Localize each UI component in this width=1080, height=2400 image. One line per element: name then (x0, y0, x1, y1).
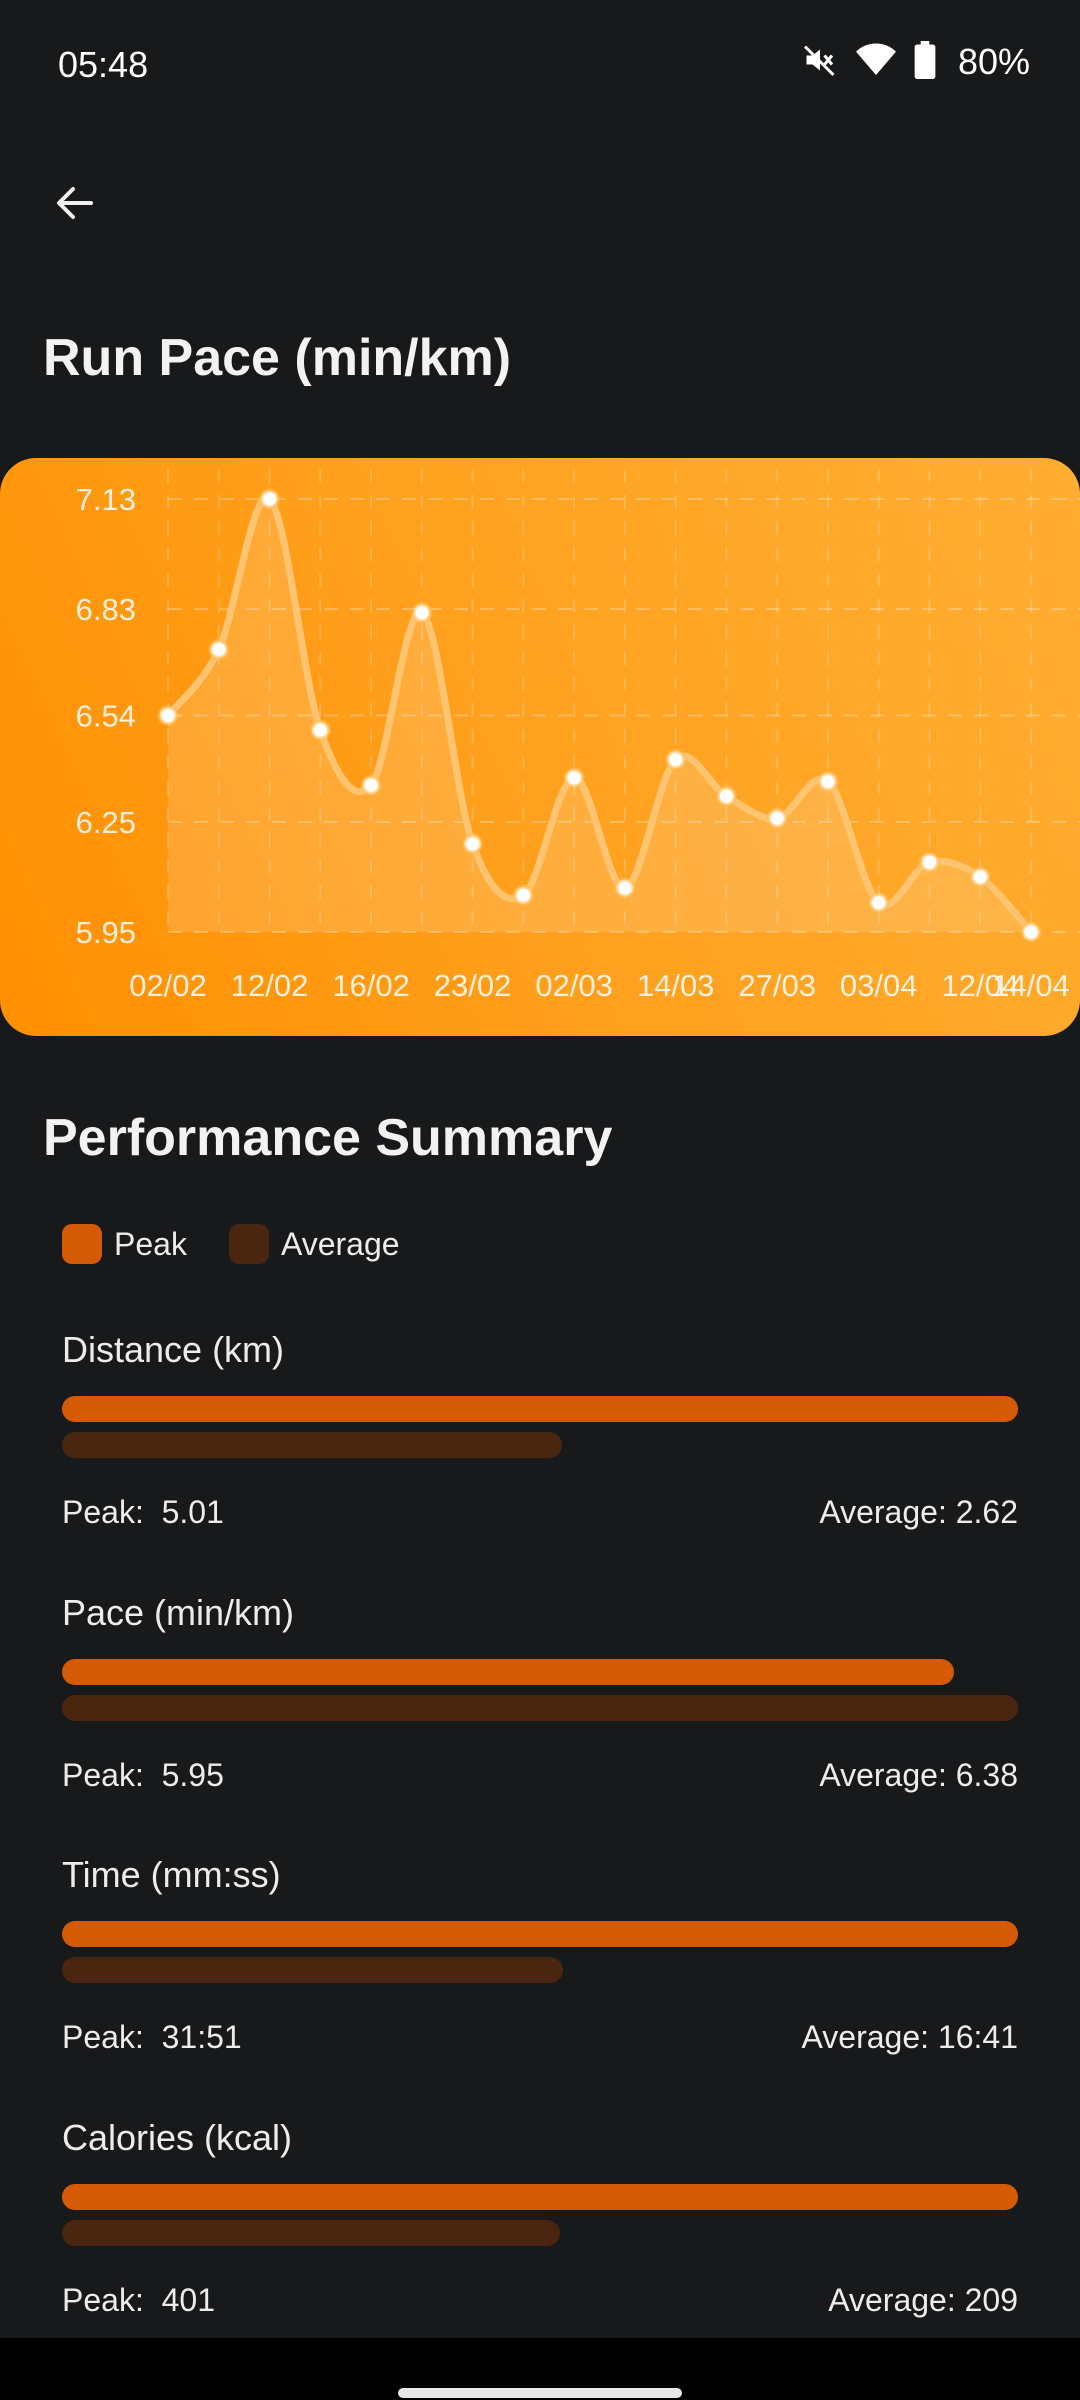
y-tick-label: 6.54 (76, 699, 136, 734)
peak-bar-track (62, 1921, 1018, 1947)
legend-average: Average (228, 1224, 400, 1264)
status-icons: 80% (802, 40, 1030, 84)
metric-average-value: Average: 2.62 (819, 1494, 1018, 1530)
metric-title: Time (mm:ss) (62, 1854, 281, 1895)
average-bar (62, 1432, 562, 1458)
metric-values: Peak: 401 Average: 209 (62, 2282, 1018, 2322)
legend: Peak Average (62, 1224, 442, 1264)
x-tick-label: 12/02 (231, 968, 309, 1003)
chart-point[interactable] (309, 719, 331, 741)
x-tick-label: 14/04 (992, 968, 1070, 1003)
chart-point[interactable] (715, 785, 737, 807)
legend-peak-label: Peak (114, 1225, 187, 1262)
chart-point[interactable] (157, 705, 179, 726)
wifi-icon (855, 43, 896, 82)
home-indicator[interactable] (398, 2388, 682, 2398)
back-arrow-icon (51, 179, 99, 232)
peak-bar (62, 1659, 954, 1685)
y-tick-label: 6.83 (76, 592, 136, 627)
average-bar (62, 1695, 1018, 1721)
metric-average-value: Average: 6.38 (819, 1757, 1018, 1793)
chart-point[interactable] (360, 774, 382, 796)
metric-values: Peak: 5.95 Average: 6.38 (62, 1757, 1018, 1797)
average-bar (62, 2220, 561, 2246)
chart-point[interactable] (462, 833, 484, 855)
metric-peak-value: Peak: 31:51 (62, 2019, 242, 2055)
legend-average-swatch (228, 1224, 269, 1264)
pace-chart: 7.13 6.83 6.54 6.25 5.95 02/02 12/02 16/02 23/0… (0, 458, 1080, 1036)
chart-point[interactable] (259, 488, 281, 510)
chart-x-tick-labels: 02/02 12/02 16/02 23/02 02/03 14/03 27/03 03/04… (129, 968, 1070, 1003)
metric-average-value: Average: 209 (828, 2282, 1018, 2318)
metric-peak-value: Peak: 401 (62, 2282, 215, 2318)
average-bar-track (62, 1432, 1018, 1458)
peak-bar-track (62, 2184, 1018, 2210)
peak-bar-track (62, 1396, 1018, 1422)
metric-values: Peak: 5.01 Average: 2.62 (62, 1494, 1018, 1534)
peak-bar (62, 1921, 1018, 1947)
chart-point[interactable] (665, 749, 687, 771)
metric-values: Peak: 31:51 Average: 16:41 (62, 2019, 1018, 2059)
metric-peak-value: Peak: 5.95 (62, 1757, 224, 1793)
x-tick-label: 02/03 (535, 968, 613, 1003)
pace-chart-svg: 7.13 6.83 6.54 6.25 5.95 02/02 12/02 16/02 23/0… (76, 469, 1080, 1003)
legend-average-label: Average (280, 1225, 400, 1262)
status-bar: 05:48 80% (0, 0, 1080, 134)
metric-time: Time (mm:ss) Peak: 31:51 Average: 16:41 (62, 1853, 1018, 2059)
metric-title: Pace (min/km) (62, 1592, 295, 1633)
x-tick-label: 27/03 (738, 968, 816, 1003)
summary-title: Performance Summary (43, 1109, 613, 1167)
peak-bar (62, 2184, 1018, 2210)
y-tick-label: 7.13 (76, 482, 136, 517)
battery-icon (914, 40, 936, 84)
chart-point[interactable] (614, 877, 636, 899)
status-time: 05:48 (58, 44, 149, 85)
y-tick-label: 5.95 (76, 915, 136, 950)
x-tick-label: 03/04 (840, 968, 918, 1003)
average-bar-track (62, 2220, 1018, 2246)
x-tick-label: 02/02 (129, 968, 207, 1003)
page-title: Run Pace (min/km) (43, 329, 512, 387)
chart-point[interactable] (411, 602, 433, 624)
metric-peak-value: Peak: 5.01 (62, 1494, 224, 1530)
average-bar-track (62, 1957, 1018, 1983)
metric-distance: Distance (km) Peak: 5.01 Average: 2.62 (62, 1328, 1018, 1534)
chart-point[interactable] (969, 866, 991, 888)
chart-y-tick-labels: 7.13 6.83 6.54 6.25 5.95 (76, 482, 136, 950)
metric-calories: Calories (kcal) Peak: 401 Average: 209 (62, 2116, 1018, 2322)
peak-bar-track (62, 1659, 1018, 1685)
chart-point[interactable] (766, 807, 788, 829)
battery-percent: 80% (957, 41, 1030, 82)
chart-point[interactable] (868, 892, 890, 914)
chart-point[interactable] (918, 851, 940, 873)
legend-peak-swatch (62, 1224, 102, 1264)
average-bar (62, 1957, 563, 1983)
chart-point[interactable] (817, 771, 839, 793)
x-tick-label: 23/02 (434, 968, 512, 1003)
chart-point[interactable] (1020, 921, 1042, 943)
metric-title: Calories (kcal) (62, 2117, 293, 2158)
y-tick-label: 6.25 (76, 805, 136, 840)
x-tick-label: 16/02 (332, 968, 410, 1003)
chart-point[interactable] (563, 767, 585, 789)
metric-title: Distance (km) (62, 1329, 285, 1370)
chart-point[interactable] (208, 638, 230, 660)
mute-icon (802, 42, 838, 83)
metric-pace: Pace (min/km) Peak: 5.95 Average: 6.38 (62, 1591, 1018, 1797)
peak-bar (62, 1396, 1018, 1422)
chart-point[interactable] (512, 884, 534, 906)
average-bar-track (62, 1695, 1018, 1721)
back-button[interactable] (40, 170, 110, 240)
legend-peak: Peak (62, 1224, 187, 1264)
x-tick-label: 14/03 (637, 968, 715, 1003)
metric-average-value: Average: 16:41 (801, 2019, 1018, 2055)
